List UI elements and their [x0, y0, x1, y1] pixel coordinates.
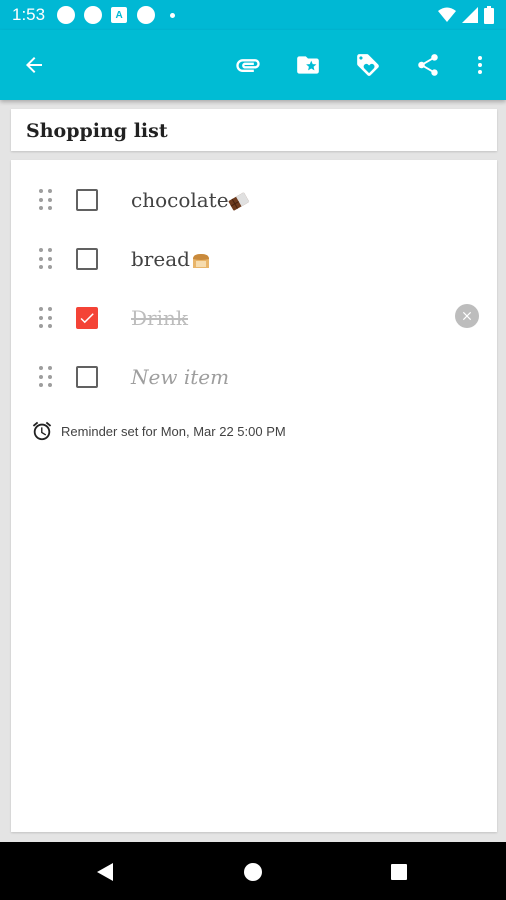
more-options-button[interactable] [462, 47, 498, 83]
tag-button[interactable] [350, 47, 386, 83]
status-bar: 1:53 A [0, 0, 506, 30]
category-button[interactable] [290, 47, 326, 83]
notification-icon [84, 6, 103, 24]
bread-icon [193, 254, 209, 268]
attach-button[interactable] [230, 47, 266, 83]
item-checkbox[interactable] [76, 248, 98, 270]
circle-home-icon [244, 863, 262, 881]
nav-home-button[interactable] [240, 859, 266, 885]
nav-back-button[interactable] [92, 859, 118, 885]
app-notification-icon: A [111, 7, 128, 23]
more-vert-icon [478, 56, 482, 74]
share-icon [418, 54, 438, 76]
new-item-row: New item [11, 347, 497, 406]
wifi-icon [438, 7, 456, 22]
close-icon [462, 311, 472, 321]
status-time: 1:53 [12, 5, 46, 24]
reminder[interactable]: Reminder set for Mon, Mar 22 5:00 PM [31, 420, 286, 442]
new-item-input[interactable]: New item [131, 365, 229, 389]
tag-icon [357, 54, 379, 76]
drag-handle-icon[interactable] [39, 189, 53, 211]
back-button[interactable] [16, 47, 52, 83]
checkmark-icon [80, 313, 94, 324]
reminder-text: Reminder set for Mon, Mar 22 5:00 PM [61, 423, 286, 439]
drag-handle-icon[interactable] [39, 366, 53, 388]
item-text[interactable]: Drink [131, 306, 188, 330]
notification-icon [137, 6, 156, 24]
item-text[interactable]: bread [131, 247, 190, 271]
alarm-clock-icon [32, 421, 52, 441]
paperclip-icon [236, 59, 260, 72]
item-checkbox[interactable] [76, 366, 98, 388]
remove-item-button[interactable] [455, 304, 479, 328]
item-checkbox[interactable] [76, 189, 98, 211]
app-bar [0, 30, 506, 100]
checklist-item: Drink [11, 288, 497, 347]
checklist-item: bread [11, 229, 497, 288]
nav-recents-button[interactable] [386, 859, 412, 885]
drag-handle-icon[interactable] [39, 307, 53, 329]
drag-handle-icon[interactable] [39, 248, 53, 270]
arrow-left-icon [26, 57, 42, 73]
chocolate-bar-icon [228, 192, 250, 211]
share-button[interactable] [410, 47, 446, 83]
navigation-bar [0, 842, 506, 900]
battery-icon [484, 6, 494, 24]
cell-signal-icon [462, 7, 478, 23]
note-title[interactable]: Shopping list [26, 120, 168, 142]
more-notifications-icon [170, 12, 176, 18]
folder-star-icon [297, 56, 319, 74]
triangle-back-icon [97, 863, 113, 881]
note-title-card[interactable]: Shopping list [11, 109, 497, 151]
checklist-item: chocolate [11, 170, 497, 229]
square-recents-icon [391, 864, 407, 880]
item-text[interactable]: chocolate [131, 188, 229, 212]
item-checkbox-checked[interactable] [76, 307, 98, 329]
notification-icon [57, 6, 76, 24]
checklist-card: chocolate bread Drink New item Reminder … [11, 160, 497, 832]
